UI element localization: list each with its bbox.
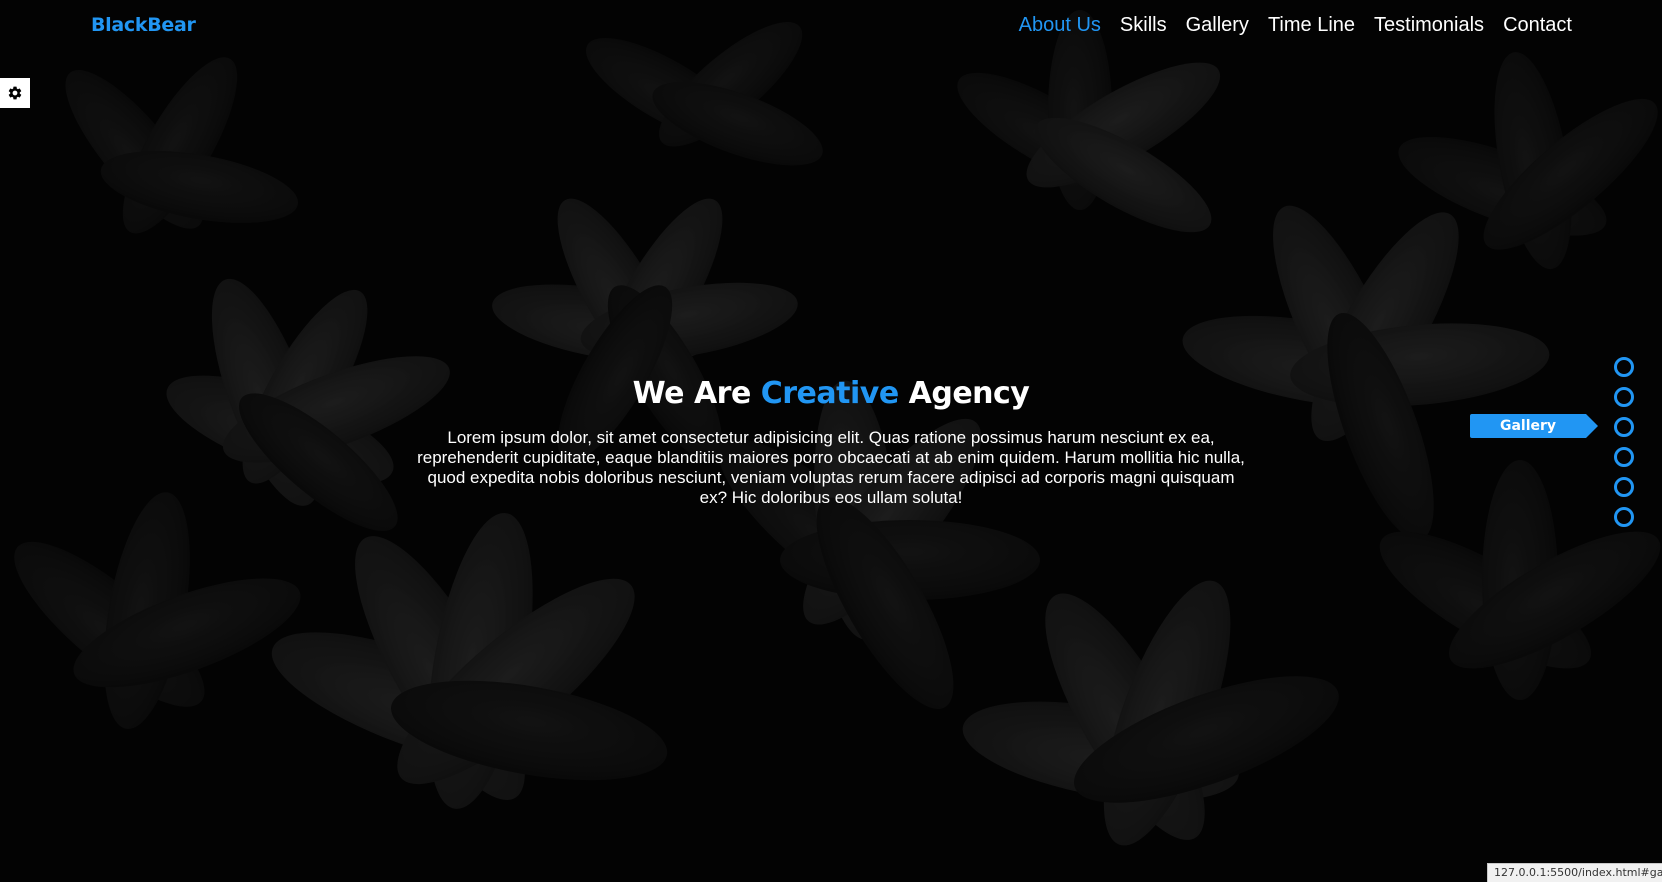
bullet-time-line[interactable] [1614,447,1634,467]
gear-icon [8,86,22,100]
hero-title-after: Agency [898,376,1030,411]
nav-item-time-line[interactable]: Time Line [1268,14,1355,37]
brand-logo[interactable]: BlackBear [91,14,196,36]
bullet-about-us[interactable] [1614,357,1634,377]
section-bullets [1614,357,1634,527]
nav-item-contact[interactable]: Contact [1503,14,1572,37]
hero-title-before: We Are [632,376,761,411]
status-bar-url: 127.0.0.1:5500/index.html#gallery [1487,863,1662,882]
page: BlackBear About Us Skills Gallery Time L… [0,0,1662,882]
bullet-testimonials[interactable] [1614,477,1634,497]
hero-title-highlight: Creative [760,376,899,411]
bullet-skills[interactable] [1614,387,1634,407]
bullet-contact[interactable] [1614,507,1634,527]
nav-item-gallery[interactable]: Gallery [1186,14,1249,37]
settings-toggle-button[interactable] [0,78,30,108]
bullet-gallery[interactable] [1614,417,1634,437]
nav-item-skills[interactable]: Skills [1120,14,1167,37]
bullet-tooltip: Gallery [1470,414,1598,438]
nav-item-about-us[interactable]: About Us [1019,14,1101,37]
hero-section: We Are Creative Agency Lorem ipsum dolor… [0,372,1662,508]
hero-paragraph: Lorem ipsum dolor, sit amet consectetur … [417,428,1245,507]
main-nav: About Us Skills Gallery Time Line Testim… [1019,14,1572,37]
nav-item-testimonials[interactable]: Testimonials [1374,14,1484,37]
hero-title: We Are Creative Agency [0,372,1662,416]
